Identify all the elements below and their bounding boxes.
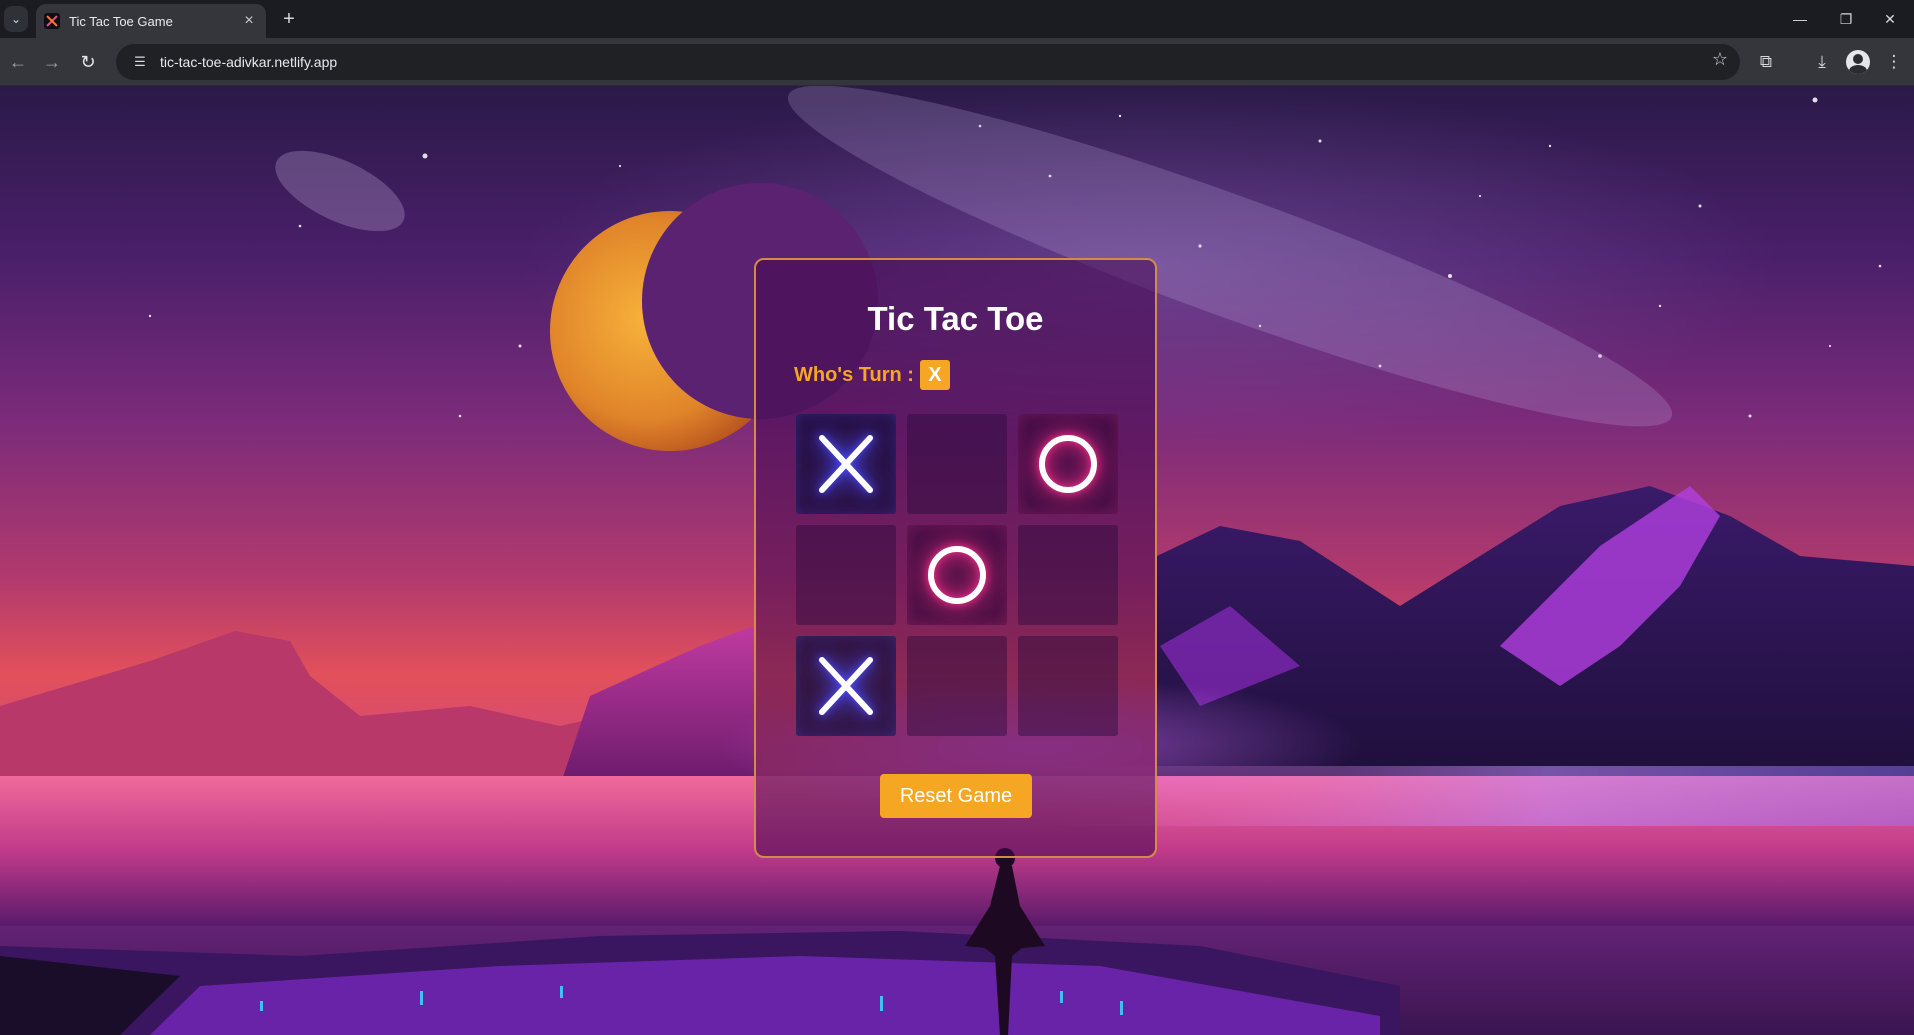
url-text: tic-tac-toe-adivkar.netlify.app	[160, 54, 338, 70]
x-mark-icon	[819, 657, 873, 715]
board-cell[interactable]	[1018, 636, 1118, 736]
reload-button[interactable]: ↻	[74, 48, 102, 76]
page-viewport: Tic Tac Toe Who's Turn : X Reset Game	[0, 86, 1914, 1035]
back-button[interactable]: ←	[4, 48, 32, 76]
new-tab-button[interactable]: +	[276, 6, 302, 32]
board-cell[interactable]	[796, 414, 896, 514]
turn-badge: X	[919, 360, 950, 390]
restore-button[interactable]: ❐	[1826, 6, 1866, 32]
close-icon[interactable]: ×	[240, 12, 258, 30]
tab-favicon-icon	[44, 13, 60, 29]
game-board	[796, 414, 1118, 736]
close-window-button[interactable]: ✕	[1870, 6, 1910, 32]
x-mark-icon	[819, 435, 873, 493]
board-cell[interactable]	[907, 414, 1007, 514]
board-cell[interactable]	[796, 636, 896, 736]
game-card: Tic Tac Toe Who's Turn : X Reset Game	[754, 258, 1157, 858]
extensions-icon[interactable]: ⧉	[1752, 48, 1780, 76]
board-cell[interactable]	[907, 636, 1007, 736]
turn-label: Who's Turn :	[794, 363, 914, 386]
avatar-icon[interactable]	[1846, 50, 1870, 74]
site-info-icon[interactable]: ☰	[130, 52, 150, 72]
board-cell[interactable]	[796, 525, 896, 625]
star-icon[interactable]: ☆	[1712, 49, 1728, 70]
kebab-menu-icon[interactable]: ⋮	[1880, 48, 1908, 76]
o-mark-icon	[1039, 435, 1097, 493]
board-cell[interactable]	[1018, 525, 1118, 625]
o-mark-icon	[928, 546, 986, 604]
address-bar[interactable]: ☰ tic-tac-toe-adivkar.netlify.app ☆	[116, 44, 1740, 80]
minimize-button[interactable]: —	[1780, 6, 1820, 32]
tab-title: Tic Tac Toe Game	[69, 13, 173, 29]
turn-indicator: Who's Turn : X	[794, 360, 950, 390]
download-icon[interactable]: ⤓	[1808, 48, 1836, 76]
board-cell[interactable]	[1018, 414, 1118, 514]
page-title: Tic Tac Toe	[867, 300, 1044, 337]
browser-tab[interactable]: Tic Tac Toe Game ×	[36, 4, 266, 38]
reset-game-button[interactable]: Reset Game	[880, 774, 1032, 818]
browser-tabstrip: ⌄ Tic Tac Toe Game × + — ❐ ✕	[0, 0, 1914, 38]
forward-button[interactable]: →	[38, 48, 66, 76]
chevron-down-icon[interactable]: ⌄	[4, 6, 28, 32]
browser-toolbar: ← → ↻ ☰ tic-tac-toe-adivkar.netlify.app …	[0, 38, 1914, 86]
board-cell[interactable]	[907, 525, 1007, 625]
